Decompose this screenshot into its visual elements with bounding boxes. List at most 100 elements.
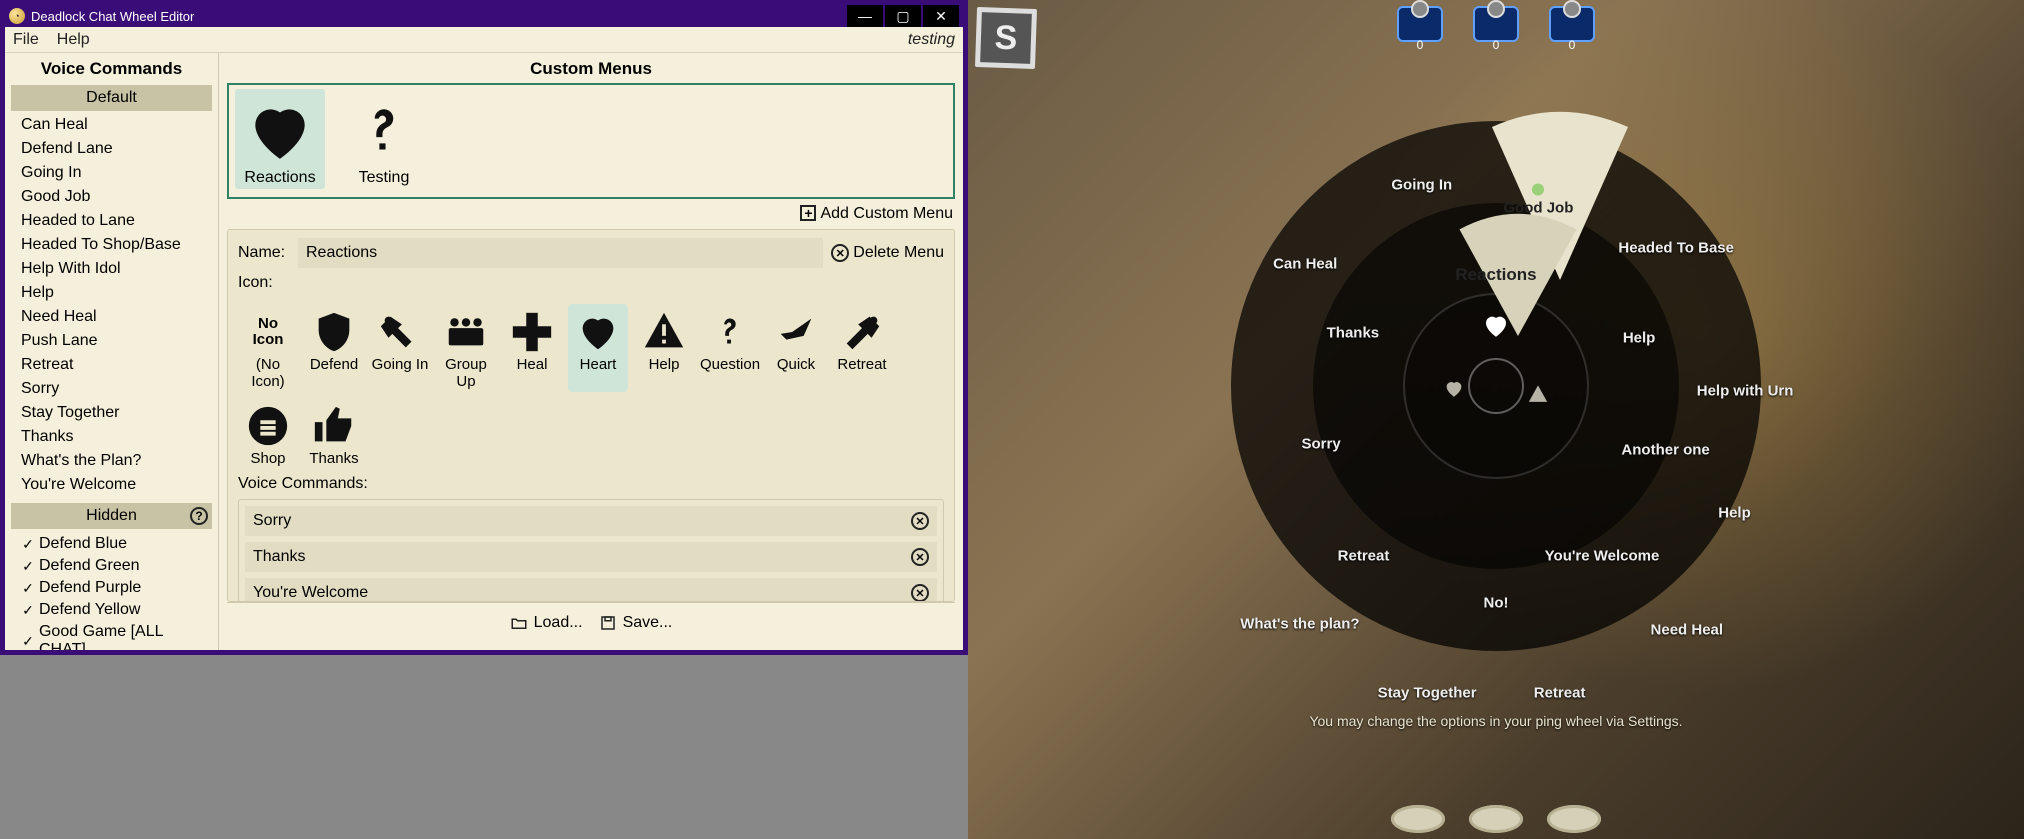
vc-item[interactable]: Going In (21, 161, 214, 185)
menu-file[interactable]: File (13, 31, 39, 49)
remove-vc-button[interactable]: ✕ (911, 512, 929, 530)
vc-item[interactable]: Good Job (21, 185, 214, 209)
pill (1391, 805, 1445, 833)
hidden-item[interactable]: ✓Defend Green (17, 555, 214, 577)
vc-item[interactable]: Need Heal (21, 305, 214, 329)
wheel-label-retreat-bot[interactable]: Retreat (1500, 685, 1620, 702)
assigned-vc-item[interactable]: You're Welcome✕ (245, 578, 937, 602)
icon-option-none[interactable]: NoIcon(No Icon) (238, 304, 298, 392)
wheel-label-need-heal[interactable]: Need Heal (1627, 621, 1747, 638)
hud-top: 0 0 0 (1397, 6, 1595, 42)
vc-item[interactable]: Stay Together (21, 401, 214, 425)
minimize-button[interactable]: — (847, 5, 883, 27)
add-custom-menu[interactable]: +Add Custom Menu (227, 199, 955, 229)
section-default[interactable]: Default (11, 85, 212, 111)
icon-option-goingin[interactable]: Going In (370, 304, 430, 392)
vc-item[interactable]: Headed To Shop/Base (21, 233, 214, 257)
section-hidden[interactable]: Hidden ? (11, 503, 212, 529)
vc-item[interactable]: You're Welcome (21, 473, 214, 497)
save-button[interactable]: Save... (599, 614, 673, 632)
icon-option-groupup[interactable]: Group Up (436, 304, 496, 392)
sidebar-title: Voice Commands (5, 53, 218, 83)
icon-option-question[interactable]: Question (700, 304, 760, 392)
hidden-item[interactable]: ✓Defend Purple (17, 577, 214, 599)
footer: Load... Save... (227, 602, 955, 642)
vc-item[interactable]: Sorry (21, 377, 214, 401)
add-label: Add Custom Menu (820, 205, 953, 222)
default-list: Can HealDefend LaneGoing InGood JobHeade… (5, 113, 218, 501)
wheel-label-youre-welcome[interactable]: You're Welcome (1542, 547, 1662, 564)
load-label: Load... (534, 614, 583, 632)
wheel-label-going-in[interactable]: Going In (1362, 176, 1482, 193)
icon-option-thanks[interactable]: Thanks (304, 398, 364, 469)
vc-item[interactable]: Help With Idol (21, 257, 214, 281)
game-preview: S 0 0 0 Good Job Reactions Go (968, 0, 2024, 839)
remove-vc-button[interactable]: ✕ (911, 548, 929, 566)
load-button[interactable]: Load... (510, 614, 583, 632)
pill (1547, 805, 1601, 833)
vc-item[interactable]: Headed to Lane (21, 209, 214, 233)
check-icon: ✓ (17, 633, 39, 650)
wheel-label-sorry[interactable]: Sorry (1261, 436, 1381, 453)
maximize-button[interactable]: ▢ (885, 5, 921, 27)
hidden-item[interactable]: ✓Good Game [ALL CHAT] (17, 621, 214, 650)
selected-top-label: Good Job (1503, 184, 1573, 217)
hidden-item[interactable]: ✓Defend Blue (17, 533, 214, 555)
icon-option-quick[interactable]: Quick (766, 304, 826, 392)
icon-option-defend[interactable]: Defend (304, 304, 364, 392)
question-icon (341, 93, 427, 169)
app-icon: ◔ (9, 8, 25, 24)
check-icon: ✓ (17, 602, 39, 619)
thanks-icon (304, 402, 364, 450)
remove-vc-button[interactable]: ✕ (911, 584, 929, 602)
main-panel: Custom Menus ReactionsTesting +Add Custo… (219, 53, 963, 650)
custom-menu-testing[interactable]: Testing (339, 89, 429, 189)
menu-help[interactable]: Help (57, 31, 90, 49)
menu-name-input[interactable] (298, 238, 823, 268)
goingin-icon (370, 308, 430, 356)
icon-option-retreat[interactable]: Retreat (832, 304, 892, 392)
wheel-label-no[interactable]: No! (1436, 595, 1556, 612)
vc-item[interactable]: Push Lane (21, 329, 214, 353)
name-label: Name: (238, 244, 290, 262)
vc-item[interactable]: Retreat (21, 353, 214, 377)
wheel-label-whats-plan[interactable]: What's the plan? (1240, 616, 1360, 633)
icon-grid: NoIcon(No Icon)DefendGoing InGroup UpHea… (238, 298, 944, 473)
wheel-label-help-top[interactable]: Help (1579, 330, 1699, 347)
help-icon (634, 308, 694, 356)
vc-item[interactable]: What's the Plan? (21, 449, 214, 473)
wheel-label-can-heal[interactable]: Can Heal (1245, 256, 1365, 273)
wheel-label-help-right[interactable]: Help (1675, 505, 1795, 522)
wheel-label-help-urn[interactable]: Help with Urn (1685, 383, 1805, 400)
section-hidden-label: Hidden (86, 507, 137, 524)
icon-option-heal[interactable]: Heal (502, 304, 562, 392)
delete-menu-button[interactable]: ✕ Delete Menu (831, 244, 944, 262)
icon-option-help[interactable]: Help (634, 304, 694, 392)
custom-menu-reactions[interactable]: Reactions (235, 89, 325, 189)
hud-count: 0 (1569, 38, 1576, 52)
heal-icon (502, 308, 562, 356)
wheel-label-thanks[interactable]: Thanks (1293, 324, 1413, 341)
vc-item[interactable]: Help (21, 281, 214, 305)
check-icon: ✓ (17, 558, 39, 575)
icon-option-shop[interactable]: Shop (238, 398, 298, 469)
vc-item[interactable]: Thanks (21, 425, 214, 449)
chat-wheel[interactable]: Good Job Reactions Going In Headed To Ba… (1231, 121, 1761, 651)
assigned-vc-item[interactable]: Thanks✕ (245, 542, 937, 572)
vc-item[interactable]: Defend Lane (21, 137, 214, 161)
icon-option-heart[interactable]: Heart (568, 304, 628, 392)
vc-item[interactable]: Can Heal (21, 113, 214, 137)
wheel-label-retreat-mid[interactable]: Retreat (1304, 547, 1424, 564)
icon-option-label: Thanks (304, 450, 364, 467)
hud-slot: 0 (1473, 6, 1519, 42)
bottom-pills (1391, 805, 1601, 833)
close-button[interactable]: ✕ (923, 5, 959, 27)
assigned-vc-item[interactable]: Sorry✕ (245, 506, 937, 536)
wheel-label-another[interactable]: Another one (1606, 441, 1726, 458)
wheel-label-headed-base[interactable]: Headed To Base (1616, 240, 1736, 257)
help-icon[interactable]: ? (190, 507, 208, 525)
save-icon (599, 614, 617, 632)
hidden-item[interactable]: ✓Defend Yellow (17, 599, 214, 621)
wheel-label-stay[interactable]: Stay Together (1367, 685, 1487, 702)
icon-option-label: Defend (304, 356, 364, 373)
